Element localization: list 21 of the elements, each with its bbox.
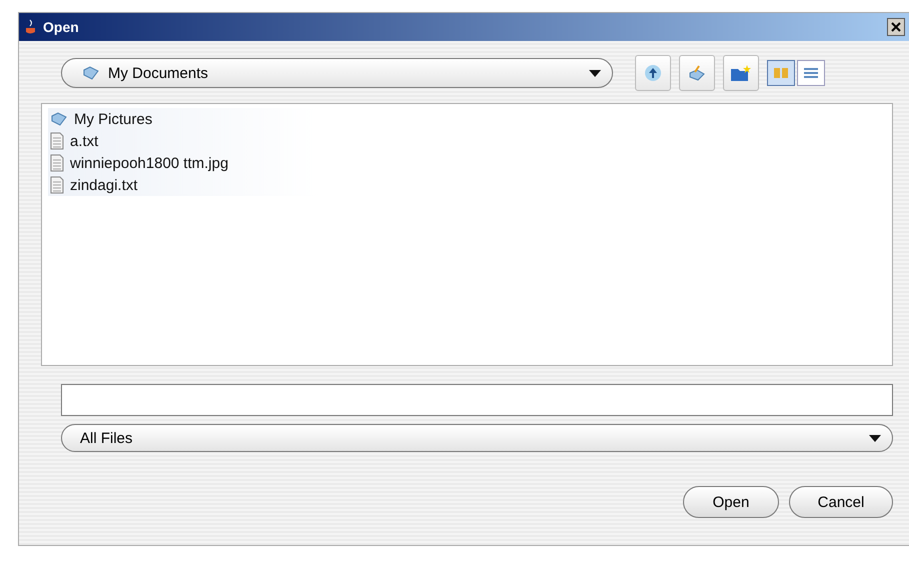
window-title: Open: [43, 19, 80, 35]
view-toggle[interactable]: [767, 60, 795, 86]
dialog-button[interactable]: Cancel: [789, 486, 893, 518]
file-name-field[interactable]: [61, 384, 893, 416]
close-icon: [891, 22, 901, 32]
close-button[interactable]: [887, 18, 905, 36]
document-icon: [50, 176, 64, 194]
dialog-button[interactable]: Open: [683, 486, 779, 518]
toolbar-button[interactable]: [635, 55, 671, 91]
toolbar-button[interactable]: [723, 55, 759, 91]
caret-icon: [868, 433, 882, 443]
file-type-dropdown[interactable]: All Files: [61, 424, 893, 452]
document-icon: [50, 154, 64, 172]
view-toggle[interactable]: [797, 60, 825, 86]
look-in-dropdown[interactable]: My Documents: [61, 58, 613, 88]
toolbar-button[interactable]: [679, 55, 715, 91]
document-icon: [50, 132, 64, 150]
details-view-icon: [803, 66, 819, 80]
new-folder-icon: [730, 64, 752, 82]
caret-icon: [588, 68, 602, 78]
list-view-icon: [773, 66, 789, 80]
